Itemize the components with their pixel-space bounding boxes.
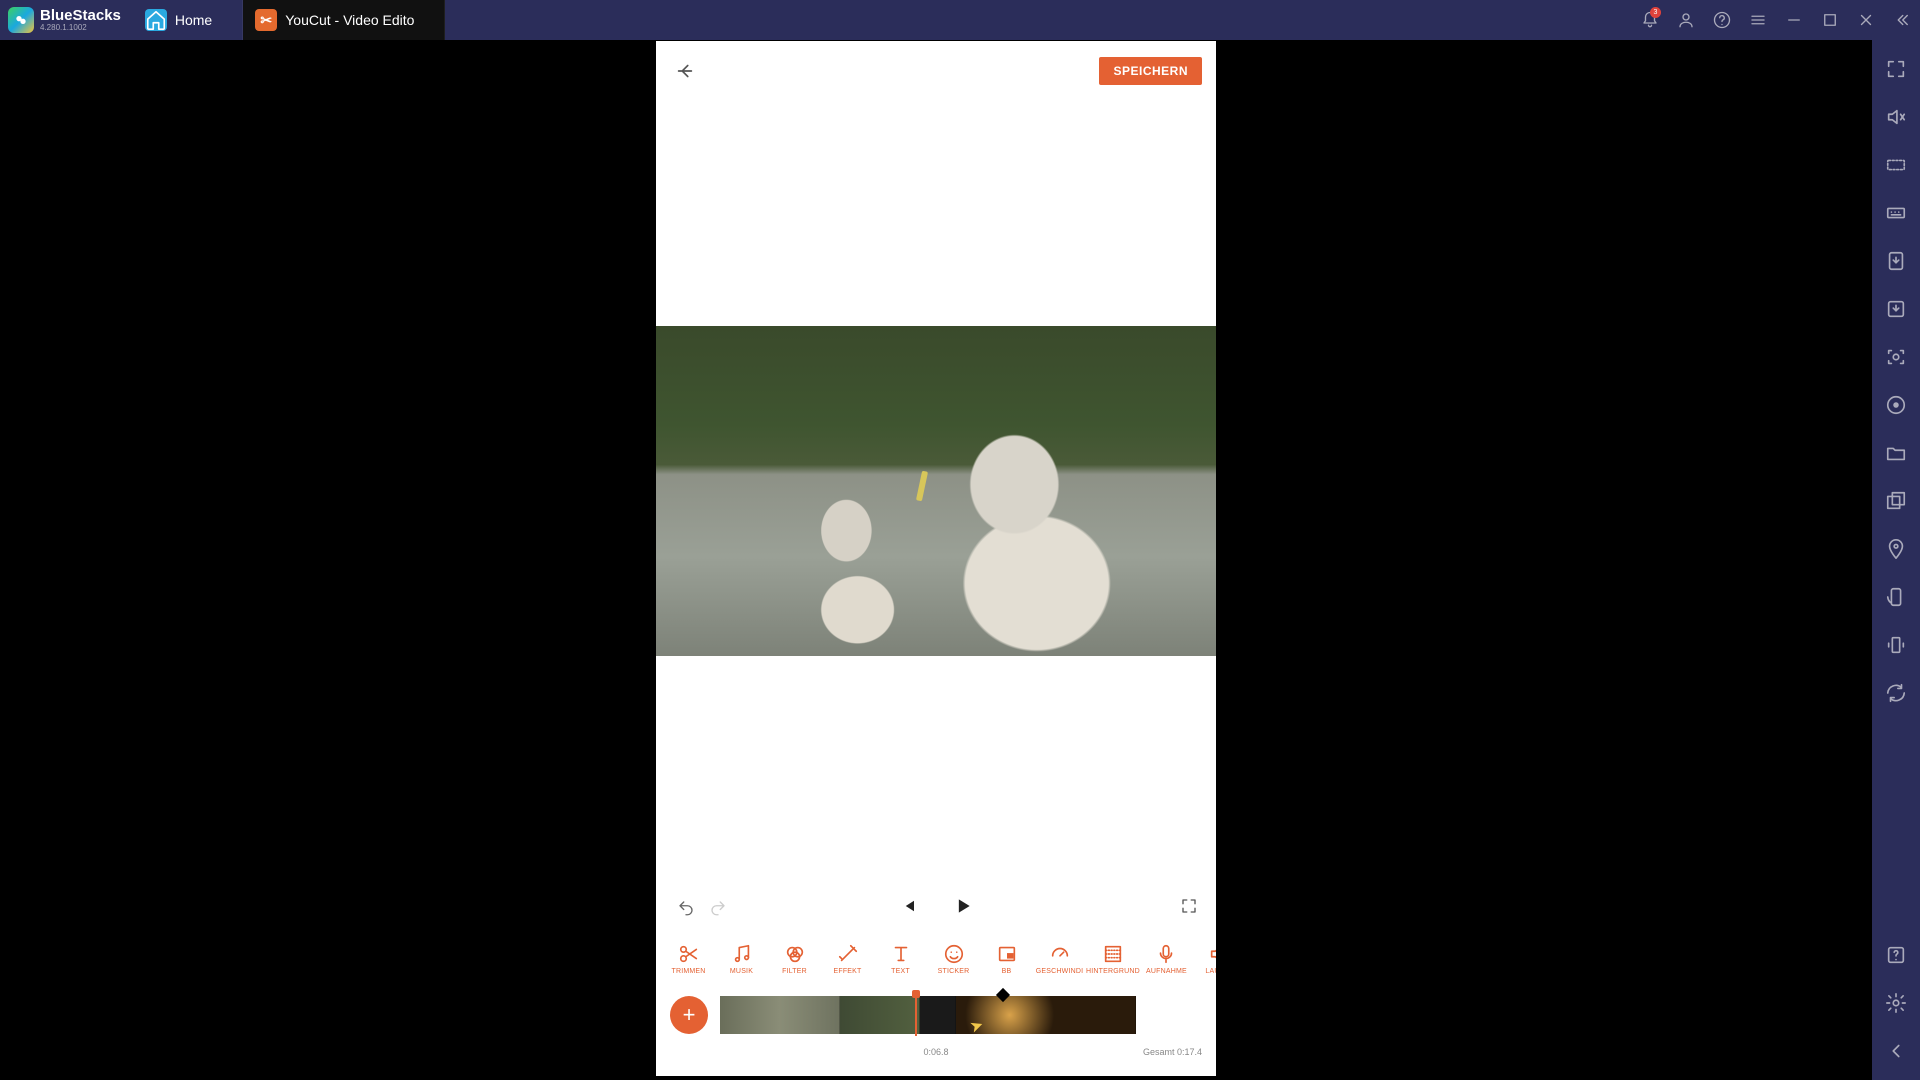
background-icon (1102, 943, 1124, 965)
text-icon (890, 943, 912, 965)
tool-speed-label: GESCHWINDI (1036, 968, 1084, 975)
youcut-app: SPEICHERN (656, 41, 1216, 1076)
playhead[interactable] (915, 994, 917, 1036)
volume-mute-icon[interactable] (1885, 106, 1907, 128)
tool-speed[interactable]: GESCHWINDI (1033, 943, 1086, 975)
tab-strip: Home ✂ YouCut - Video Edito (133, 0, 446, 40)
maximize-button[interactable] (1812, 0, 1848, 40)
music-note-icon (731, 943, 753, 965)
tool-pip[interactable]: BB (980, 943, 1033, 975)
tool-background-label: HINTERGRUND (1086, 968, 1140, 975)
tool-effect[interactable]: EFFEKT (821, 943, 874, 975)
fullscreen-icon[interactable] (1885, 58, 1907, 80)
faq-icon[interactable] (1885, 944, 1907, 966)
wand-icon (837, 943, 859, 965)
emulator-stage: SPEICHERN (0, 40, 1872, 1080)
tool-record-label: AUFNAHME (1146, 968, 1187, 975)
add-clip-button[interactable]: + (670, 996, 708, 1034)
video-preview[interactable] (656, 101, 1216, 881)
timeline[interactable]: + ➤ (656, 983, 1216, 1047)
time-indicators: 0:06.8 Gesamt 0:17.4 (656, 1047, 1216, 1067)
scissors-icon (678, 943, 700, 965)
settings-icon[interactable] (1885, 992, 1907, 1014)
bluestacks-sidebar (1872, 40, 1920, 1080)
emoji-icon (943, 943, 965, 965)
rotate-icon[interactable] (1885, 586, 1907, 608)
screenshot-save-icon[interactable] (1885, 298, 1907, 320)
tool-music-label: MUSIK (730, 968, 753, 975)
tool-record[interactable]: AUFNAHME (1140, 943, 1193, 975)
save-button[interactable]: SPEICHERN (1099, 57, 1202, 85)
bluestacks-titlebar: BlueStacks 4.280.1.1002 Home ✂ YouCut - … (0, 0, 1920, 40)
redo-button[interactable] (706, 896, 730, 920)
tool-music[interactable]: MUSIK (715, 943, 768, 975)
total-time: Gesamt 0:17.4 (1143, 1047, 1202, 1057)
pip-icon (996, 943, 1018, 965)
keyboard-icon[interactable] (1885, 202, 1907, 224)
speed-icon (1049, 943, 1071, 965)
clip-track[interactable]: ➤ (720, 996, 1204, 1034)
account-button[interactable] (1668, 0, 1704, 40)
keymap-icon[interactable] (1885, 154, 1907, 176)
tool-text-label: TEXT (891, 968, 910, 975)
tool-trim-label: TRIMMEN (671, 968, 705, 975)
previous-frame-button[interactable] (899, 897, 917, 920)
folder-icon[interactable] (1885, 442, 1907, 464)
bluestacks-logo-icon (8, 7, 34, 33)
tab-youcut-label: YouCut - Video Edito (285, 12, 414, 28)
bluestacks-logo: BlueStacks 4.280.1.1002 (0, 7, 129, 33)
back-button[interactable] (670, 56, 700, 86)
screenshot-icon[interactable] (1885, 346, 1907, 368)
logo-text: BlueStacks (40, 8, 121, 23)
playback-controls (656, 881, 1216, 935)
app-header: SPEICHERN (656, 41, 1216, 101)
tool-sticker-label: STICKER (938, 968, 970, 975)
menu-button[interactable] (1740, 0, 1776, 40)
tool-text[interactable]: TEXT (874, 943, 927, 975)
tool-background[interactable]: HINTERGRUND (1086, 943, 1140, 975)
logo-version: 4.280.1.1002 (40, 23, 121, 32)
volume-icon (1208, 943, 1216, 965)
youcut-app-icon: ✂ (255, 9, 277, 31)
home-icon (145, 9, 167, 31)
shake-icon[interactable] (1885, 634, 1907, 656)
undo-button[interactable] (674, 896, 698, 920)
macro-icon[interactable] (1885, 394, 1907, 416)
sync-icon[interactable] (1885, 682, 1907, 704)
clip-2[interactable] (840, 996, 920, 1034)
close-button[interactable] (1848, 0, 1884, 40)
clip-gap[interactable] (920, 996, 956, 1034)
tool-volume[interactable]: LAUTST (1193, 943, 1216, 975)
mic-icon (1155, 943, 1177, 965)
tool-pip-label: BB (1002, 968, 1012, 975)
multi-instance-icon[interactable] (1885, 490, 1907, 512)
location-icon[interactable] (1885, 538, 1907, 560)
tool-filter[interactable]: FILTER (768, 943, 821, 975)
filter-icon (784, 943, 806, 965)
help-button[interactable] (1704, 0, 1740, 40)
clip-1[interactable] (720, 996, 840, 1034)
preview-frame-sheep (656, 326, 1216, 656)
install-apk-icon[interactable] (1885, 250, 1907, 272)
minimize-button[interactable] (1776, 0, 1812, 40)
tab-youcut[interactable]: ✂ YouCut - Video Edito (243, 0, 445, 40)
collapse-sidebar-button[interactable] (1884, 0, 1920, 40)
android-back-icon[interactable] (1885, 1040, 1907, 1062)
tool-sticker[interactable]: STICKER (927, 943, 980, 975)
tool-effect-label: EFFEKT (833, 968, 861, 975)
tab-home[interactable]: Home (133, 0, 243, 40)
tab-home-label: Home (175, 12, 212, 28)
preview-fullscreen-button[interactable] (1180, 897, 1198, 920)
tool-filter-label: FILTER (782, 968, 807, 975)
play-button[interactable] (953, 896, 973, 921)
notification-badge: 3 (1650, 7, 1661, 18)
notifications-button[interactable]: 3 (1632, 0, 1668, 40)
tool-volume-label: LAUTST (1205, 968, 1216, 975)
tool-trim[interactable]: TRIMMEN (662, 943, 715, 975)
current-time: 0:06.8 (923, 1047, 948, 1057)
tool-strip: TRIMMEN MUSIK FILTER EFFEKT TEXT (656, 935, 1216, 983)
